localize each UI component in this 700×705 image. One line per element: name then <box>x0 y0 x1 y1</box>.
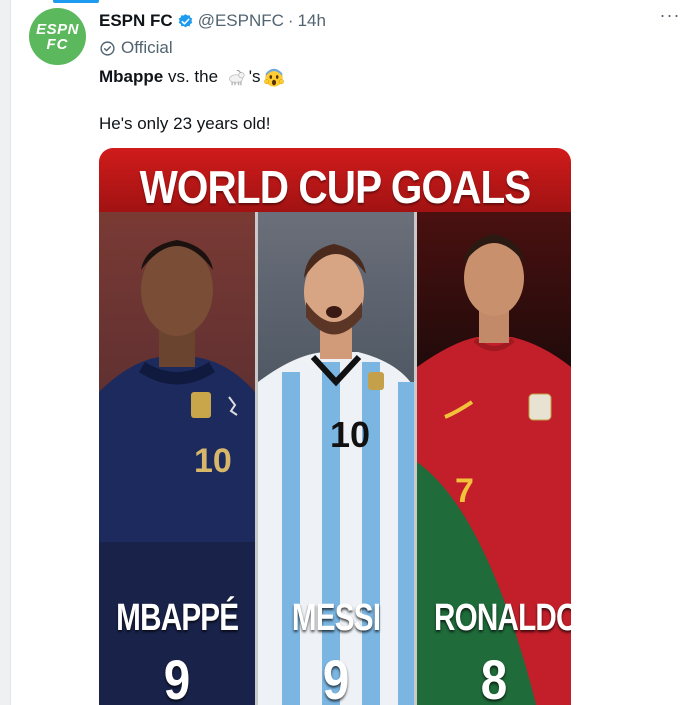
player-name: RONALDO <box>433 597 571 639</box>
tweet-card[interactable]: ESPN FC ESPN FC @ESPNFC · 14h ··· Offici… <box>10 0 700 705</box>
tweet-timestamp[interactable]: 14h <box>298 11 326 31</box>
tweet-media-image[interactable]: WORLD CUP GOALS 10 MBAPPÉ 9 10 MESSI 9 7… <box>99 148 571 705</box>
svg-text:10: 10 <box>330 414 370 455</box>
avatar[interactable]: ESPN FC <box>29 8 86 65</box>
official-check-icon <box>100 40 115 56</box>
display-name[interactable]: ESPN FC <box>99 11 173 31</box>
avatar-text-line2: FC <box>46 35 69 53</box>
official-label: Official <box>121 38 173 57</box>
tweet-text-after-goat: 's <box>248 67 261 86</box>
top-accent-bar <box>53 0 99 3</box>
svg-text:7: 7 <box>455 472 474 510</box>
fpf-badge-icon <box>528 393 552 421</box>
avatar-text-line1: ESPN <box>36 20 79 38</box>
goat-emoji-icon <box>228 69 245 86</box>
tweet-text: Mbappe vs. the 's He's only 23 years old… <box>99 66 287 135</box>
player-panel-ronaldo: 7 RONALDO 8 <box>417 212 571 705</box>
fff-badge-icon <box>191 392 211 418</box>
tweet-text-bold: Mbappe <box>99 67 164 86</box>
tweet-text-line1: Mbappe vs. the 's <box>99 66 287 88</box>
player-goals: 9 <box>322 648 350 705</box>
svg-text:10: 10 <box>194 442 232 480</box>
player-panel-messi: 10 MESSI 9 <box>258 212 414 705</box>
player-goals: 8 <box>480 648 508 705</box>
tweet-text-line2: He's only 23 years old! <box>99 114 271 133</box>
handle[interactable]: @ESPNFC <box>198 11 284 31</box>
official-label-row: Official <box>99 37 173 59</box>
screaming-face-emoji-icon <box>263 68 284 87</box>
player-goals: 9 <box>163 648 191 705</box>
tweet-text-mid: vs. the <box>163 67 223 86</box>
tweet-header: ESPN FC @ESPNFC · 14h <box>99 10 326 32</box>
afa-badge-icon <box>368 372 384 390</box>
player-panel-mbappe: 10 MBAPPÉ 9 <box>99 212 255 705</box>
separator-dot: · <box>287 11 294 30</box>
media-title: WORLD CUP GOALS <box>139 161 532 213</box>
verified-badge-icon <box>178 13 192 27</box>
player-name: MBAPPÉ <box>116 597 239 639</box>
more-options-icon[interactable]: ··· <box>658 6 682 28</box>
player-name: MESSI <box>291 597 381 639</box>
